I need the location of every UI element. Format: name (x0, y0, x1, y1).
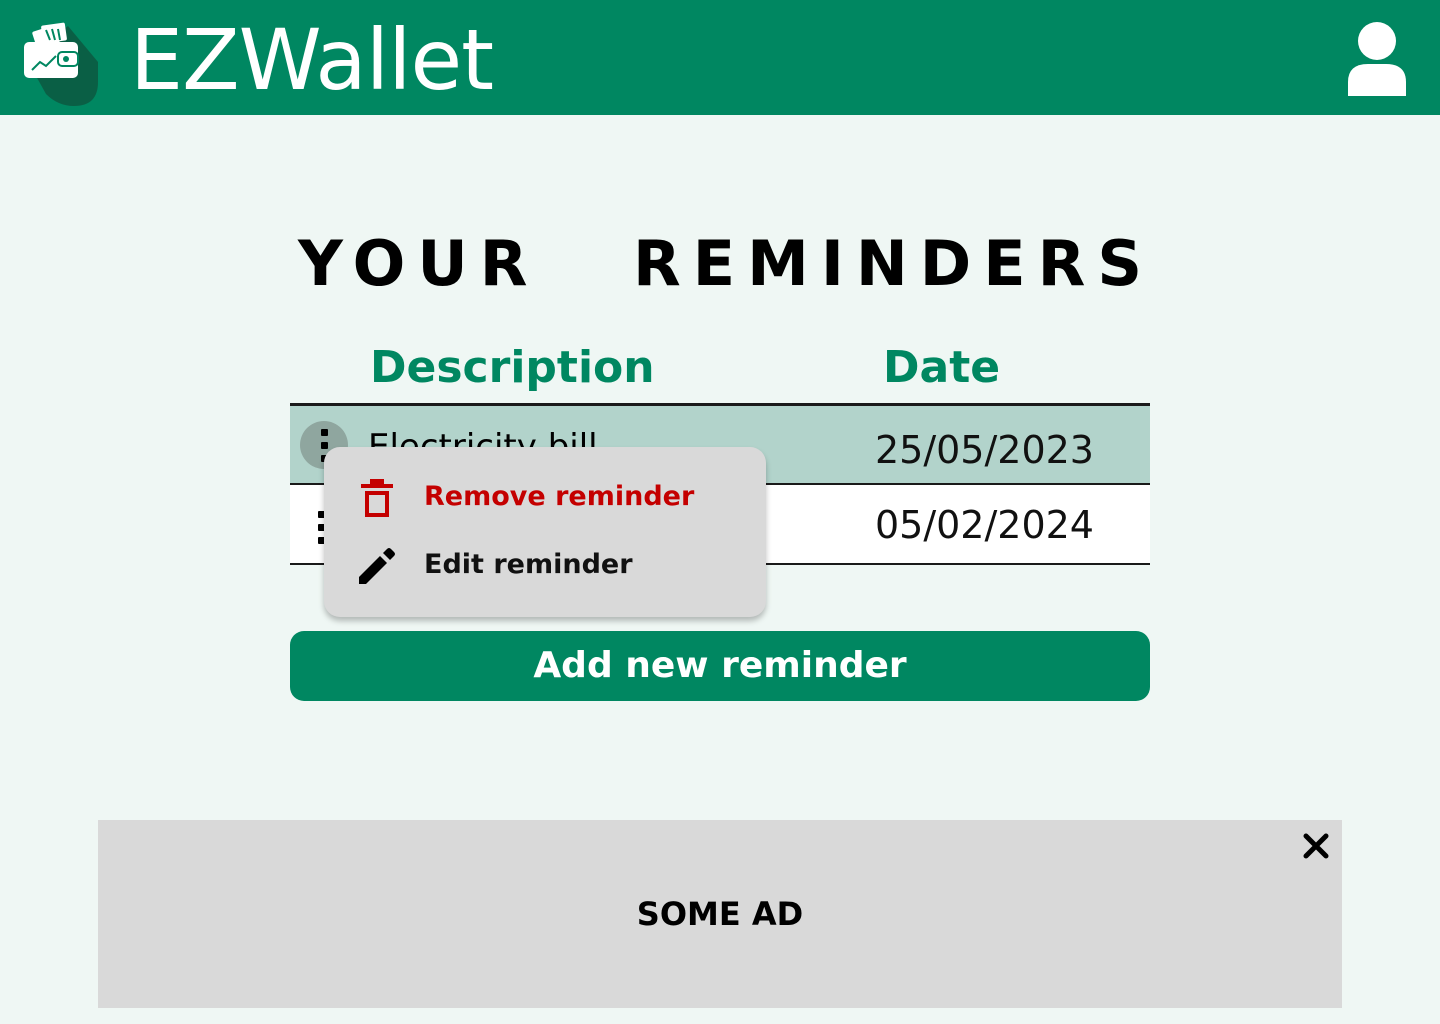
remove-reminder-label: Remove reminder (424, 481, 695, 512)
page-title: YOUR REMINDERS (297, 227, 1155, 300)
app-title: EZWallet (130, 11, 494, 109)
column-header-description: Description (370, 342, 655, 393)
edit-reminder-label: Edit reminder (424, 549, 633, 580)
reminder-date: 25/05/2023 (874, 428, 1094, 472)
pencil-icon (356, 545, 398, 587)
remove-reminder-menu-item[interactable]: Remove reminder (324, 469, 766, 527)
wallet-logo-icon (22, 22, 102, 106)
trash-icon (356, 477, 398, 519)
app-header: EZWallet (0, 0, 1440, 115)
ad-text: SOME AD (636, 895, 804, 933)
user-profile-icon[interactable] (1346, 20, 1408, 96)
close-icon[interactable] (1300, 830, 1332, 862)
add-reminder-button[interactable]: Add new reminder (290, 631, 1150, 701)
edit-reminder-menu-item[interactable]: Edit reminder (324, 537, 766, 595)
reminder-context-menu: Remove reminder Edit reminder (324, 447, 766, 617)
column-header-date: Date (883, 342, 1001, 393)
ad-banner[interactable]: SOME AD (98, 820, 1342, 1008)
reminder-date: 05/02/2024 (874, 503, 1094, 547)
